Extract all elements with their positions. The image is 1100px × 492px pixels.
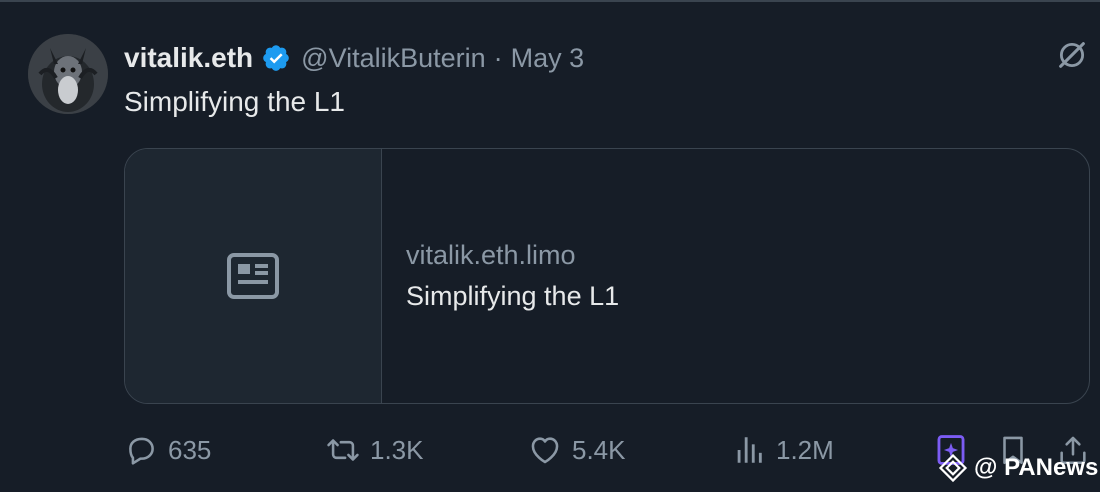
reply-icon <box>129 437 154 465</box>
views-count: 1.2M <box>776 434 834 465</box>
tweet-header: vitalik.eth @VitalikButerin · May 3 <box>124 40 584 76</box>
heart-icon <box>531 437 559 464</box>
verified-badge-icon <box>263 45 289 71</box>
retweet-button[interactable]: 1.3K <box>326 428 424 472</box>
avatar[interactable] <box>28 34 108 114</box>
watermark: @ PANews <box>938 453 1098 483</box>
retweet-count: 1.3K <box>370 434 424 465</box>
article-icon <box>227 253 279 299</box>
tweet-container: vitalik.eth @VitalikButerin · May 3 Simp… <box>0 0 1100 492</box>
link-card[interactable]: vitalik.eth.limo Simplifying the L1 <box>124 148 1090 404</box>
retweet-icon <box>327 439 359 461</box>
panews-logo-icon <box>938 453 968 483</box>
card-body: vitalik.eth.limo Simplifying the L1 <box>382 149 1089 403</box>
grok-icon[interactable] <box>1055 38 1089 72</box>
card-domain: vitalik.eth.limo <box>406 240 576 270</box>
reply-button[interactable]: 635 <box>124 428 211 472</box>
tweet-text: Simplifying the L1 <box>124 86 346 117</box>
separator-dot: · <box>493 42 503 73</box>
display-name[interactable]: vitalik.eth <box>124 42 253 74</box>
views-button[interactable]: 1.2M <box>732 428 834 472</box>
like-button[interactable]: 5.4K <box>528 428 626 472</box>
views-icon <box>737 437 762 463</box>
tweet-date[interactable]: May 3 <box>511 43 585 74</box>
user-handle[interactable]: @VitalikButerin <box>301 43 486 74</box>
watermark-text: @ PANews <box>974 454 1099 481</box>
like-count: 5.4K <box>572 434 626 465</box>
reply-count: 635 <box>168 434 212 465</box>
card-title: Simplifying the L1 <box>406 281 620 311</box>
card-thumbnail <box>125 149 382 403</box>
avatar-image <box>28 34 108 114</box>
